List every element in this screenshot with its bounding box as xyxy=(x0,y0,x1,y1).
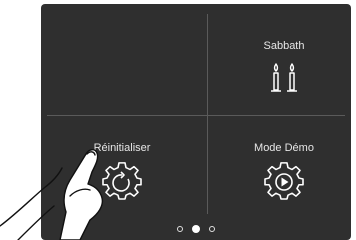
page-dot-1[interactable] xyxy=(177,226,183,232)
candles-icon xyxy=(271,63,297,92)
tile-sabbath[interactable]: Sabbath xyxy=(209,14,351,110)
empty-tile xyxy=(47,14,197,110)
gear-reset-icon xyxy=(102,162,142,200)
screen: Sabbath Réinitialiser Mode Démo xyxy=(0,0,356,240)
page-dot-3[interactable] xyxy=(209,226,215,232)
appliance-menu-panel: Sabbath Réinitialiser Mode Démo xyxy=(41,4,351,240)
tile-demo-label: Mode Démo xyxy=(254,142,314,154)
tile-reset-label: Réinitialiser xyxy=(93,142,151,154)
tile-demo-mode[interactable]: Mode Démo xyxy=(209,117,351,213)
grid-divider-horizontal xyxy=(47,115,345,116)
tile-sabbath-label: Sabbath xyxy=(263,40,305,52)
gear-play-icon xyxy=(264,162,304,200)
grid-divider-vertical xyxy=(207,14,208,214)
page-dot-2-active[interactable] xyxy=(192,225,200,233)
pagination-dots xyxy=(41,224,351,234)
tile-reset[interactable]: Réinitialiser xyxy=(47,117,197,213)
